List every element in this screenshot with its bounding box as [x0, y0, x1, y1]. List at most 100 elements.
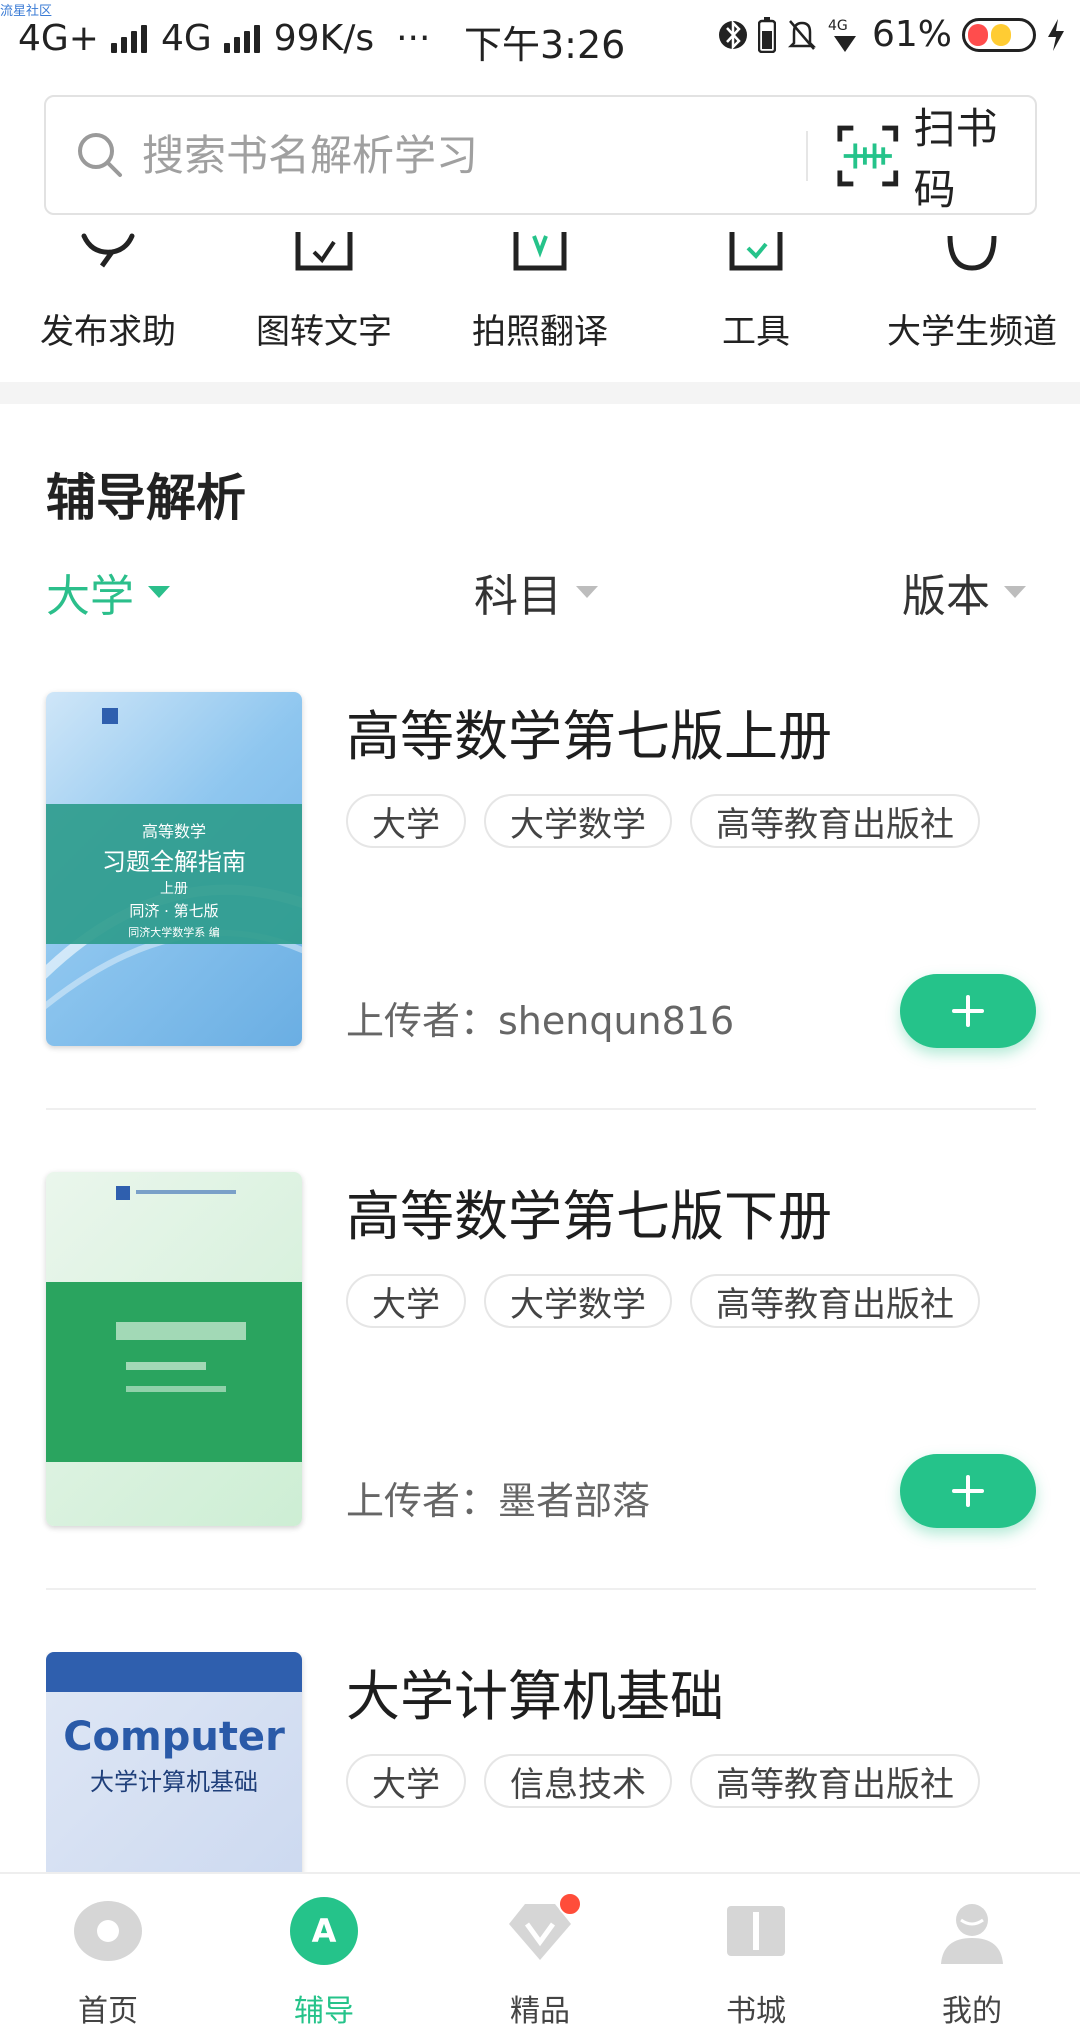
book-item[interactable]: 高等数学第七版下册 大学 大学数学 高等教育出版社 上传者：墨者部落 [46, 1172, 1036, 1562]
cover-text: 习题全解指南 [102, 848, 246, 876]
quick-action-student-channel[interactable]: 大学生频道 [864, 232, 1080, 382]
search-icon [78, 133, 122, 177]
book-tag[interactable]: 大学 [346, 1754, 466, 1808]
chat-bubble-icon [81, 233, 135, 268]
filter-edition[interactable]: 版本 [902, 560, 1026, 624]
book-title: 高等数学第七版上册 [346, 705, 832, 768]
tab-home[interactable]: 首页 [0, 1874, 216, 2034]
quick-action-label: 工具 [722, 312, 790, 352]
status-bar: 4G+ 4G 99K/s ··· 下午3:26 4G 61% [0, 0, 1080, 76]
battery-icon [962, 17, 1036, 52]
add-book-button[interactable] [900, 1454, 1036, 1528]
book-tag[interactable]: 大学数学 [484, 1274, 672, 1328]
book-tags: 大学 信息技术 高等教育出版社 [346, 1754, 980, 1808]
status-left: 4G+ 4G 99K/s ··· [18, 18, 430, 59]
tab-label: 辅导 [294, 1994, 354, 2029]
quick-action-tools[interactable]: 工具 [648, 232, 864, 382]
tab-label: 精品 [510, 1994, 570, 2029]
student-channel-icon [947, 235, 997, 271]
charging-icon [1048, 18, 1064, 51]
filter-level[interactable]: 大学 [46, 560, 170, 624]
tab-premium[interactable]: 精品 [432, 1874, 648, 2034]
tab-profile[interactable]: 我的 [864, 1874, 1080, 2034]
tab-label: 书城 [726, 1994, 786, 2029]
tools-icon [729, 232, 783, 271]
quick-action-help[interactable]: 发布求助 [0, 232, 216, 382]
quick-action-label: 大学生频道 [887, 312, 1057, 352]
quick-action-image-to-text[interactable]: 图转文字 [216, 232, 432, 382]
network-2-label: 4G [160, 17, 212, 59]
notification-badge [558, 1892, 582, 1916]
tutor-icon: A [290, 1897, 358, 1965]
book-uploader: 上传者：墨者部落 [346, 1479, 651, 1523]
section-title: 辅导解析 [46, 469, 246, 527]
book-tag[interactable]: 高等教育出版社 [690, 1754, 980, 1808]
scan-book-code-button[interactable]: 扫书码 [836, 104, 1035, 214]
svg-text:A: A [312, 1912, 337, 1950]
tab-bookstore[interactable]: 书城 [648, 1874, 864, 2034]
cover-topbar [46, 1652, 302, 1692]
book-tags: 大学 大学数学 高等教育出版社 [346, 794, 980, 848]
filter-label: 版本 [902, 571, 990, 622]
caret-down-icon [1004, 586, 1026, 598]
book-tag[interactable]: 高等教育出版社 [690, 1274, 980, 1328]
caret-down-icon [148, 586, 170, 598]
quick-action-label: 图转文字 [256, 312, 392, 352]
tab-label: 我的 [942, 1994, 1002, 2029]
book-tag[interactable]: 高等教育出版社 [690, 794, 980, 848]
more-indicator: ··· [396, 17, 431, 59]
cover-text: 同济 · 第七版 [129, 902, 219, 920]
4g-signal-icon: 4G [828, 18, 856, 52]
status-right: 4G 61% [718, 14, 1066, 55]
cover-text: 同济大学数学系 编 [128, 926, 220, 939]
book-store-icon [727, 1906, 785, 1956]
add-book-button[interactable] [900, 974, 1036, 1048]
caret-down-icon [576, 586, 598, 598]
plus-icon [952, 1475, 984, 1507]
filter-label: 科目 [474, 571, 562, 622]
battery-small-icon [757, 16, 776, 53]
signal-1-icon [110, 23, 147, 53]
book-tag[interactable]: 大学 [346, 1274, 466, 1328]
cover-graphic [116, 1186, 246, 1392]
book-cover [46, 1172, 302, 1526]
scan-barcode-icon [837, 125, 899, 187]
book-item[interactable]: 高等数学 习题全解指南 上册 同济 · 第七版 同济大学数学系 编 高等数学第七… [46, 692, 1036, 1082]
tab-label: 首页 [78, 1994, 138, 2029]
book-item[interactable]: Computer 大学计算机基础 大学计算机基础 大学 信息技术 高等教育出版社 [46, 1652, 1036, 1872]
filter-subject[interactable]: 科目 [474, 560, 598, 624]
tab-tutor[interactable]: A 辅导 [216, 1874, 432, 2034]
profile-icon [941, 1904, 1003, 1964]
signal-2-icon [223, 23, 260, 53]
list-divider [46, 1588, 1036, 1590]
network-1-label: 4G+ [18, 17, 99, 59]
battery-percent: 61% [871, 14, 952, 55]
home-icon [74, 1901, 142, 1961]
book-title: 大学计算机基础 [346, 1665, 724, 1728]
book-uploader: 上传者：shenqun816 [346, 999, 735, 1043]
book-tags: 大学 大学数学 高等教育出版社 [346, 1274, 980, 1328]
cover-text: 上册 [160, 881, 188, 897]
book-tag[interactable]: 大学数学 [484, 794, 672, 848]
image-to-text-icon [295, 232, 353, 271]
book-cover: 高等数学 习题全解指南 上册 同济 · 第七版 同济大学数学系 编 [46, 692, 302, 1046]
search-divider [806, 131, 808, 181]
status-time: 下午3:26 [464, 23, 626, 67]
search-input[interactable] [142, 125, 782, 185]
filter-bar: 大学 科目 版本 [0, 560, 1080, 630]
section-separator [0, 382, 1080, 404]
quick-action-label: 发布求助 [40, 312, 176, 352]
filter-label: 大学 [46, 571, 134, 622]
book-tag[interactable]: 信息技术 [484, 1754, 672, 1808]
photo-translate-icon [513, 232, 567, 271]
quick-action-photo-translate[interactable]: 拍照翻译 [432, 232, 648, 382]
book-title: 高等数学第七版下册 [346, 1185, 832, 1248]
book-tag[interactable]: 大学 [346, 794, 466, 848]
quick-action-label: 拍照翻译 [472, 312, 608, 352]
cover-title-cn: 大学计算机基础 [90, 1768, 258, 1796]
cover-text: 高等数学 [141, 822, 206, 841]
list-divider [46, 1108, 1036, 1110]
book-cover: Computer 大学计算机基础 [46, 1652, 302, 1872]
quick-actions: 发布求助 图转文字 拍照翻译 工具 大学生频道 [0, 232, 1080, 382]
svg-text:4G: 4G [828, 18, 848, 34]
